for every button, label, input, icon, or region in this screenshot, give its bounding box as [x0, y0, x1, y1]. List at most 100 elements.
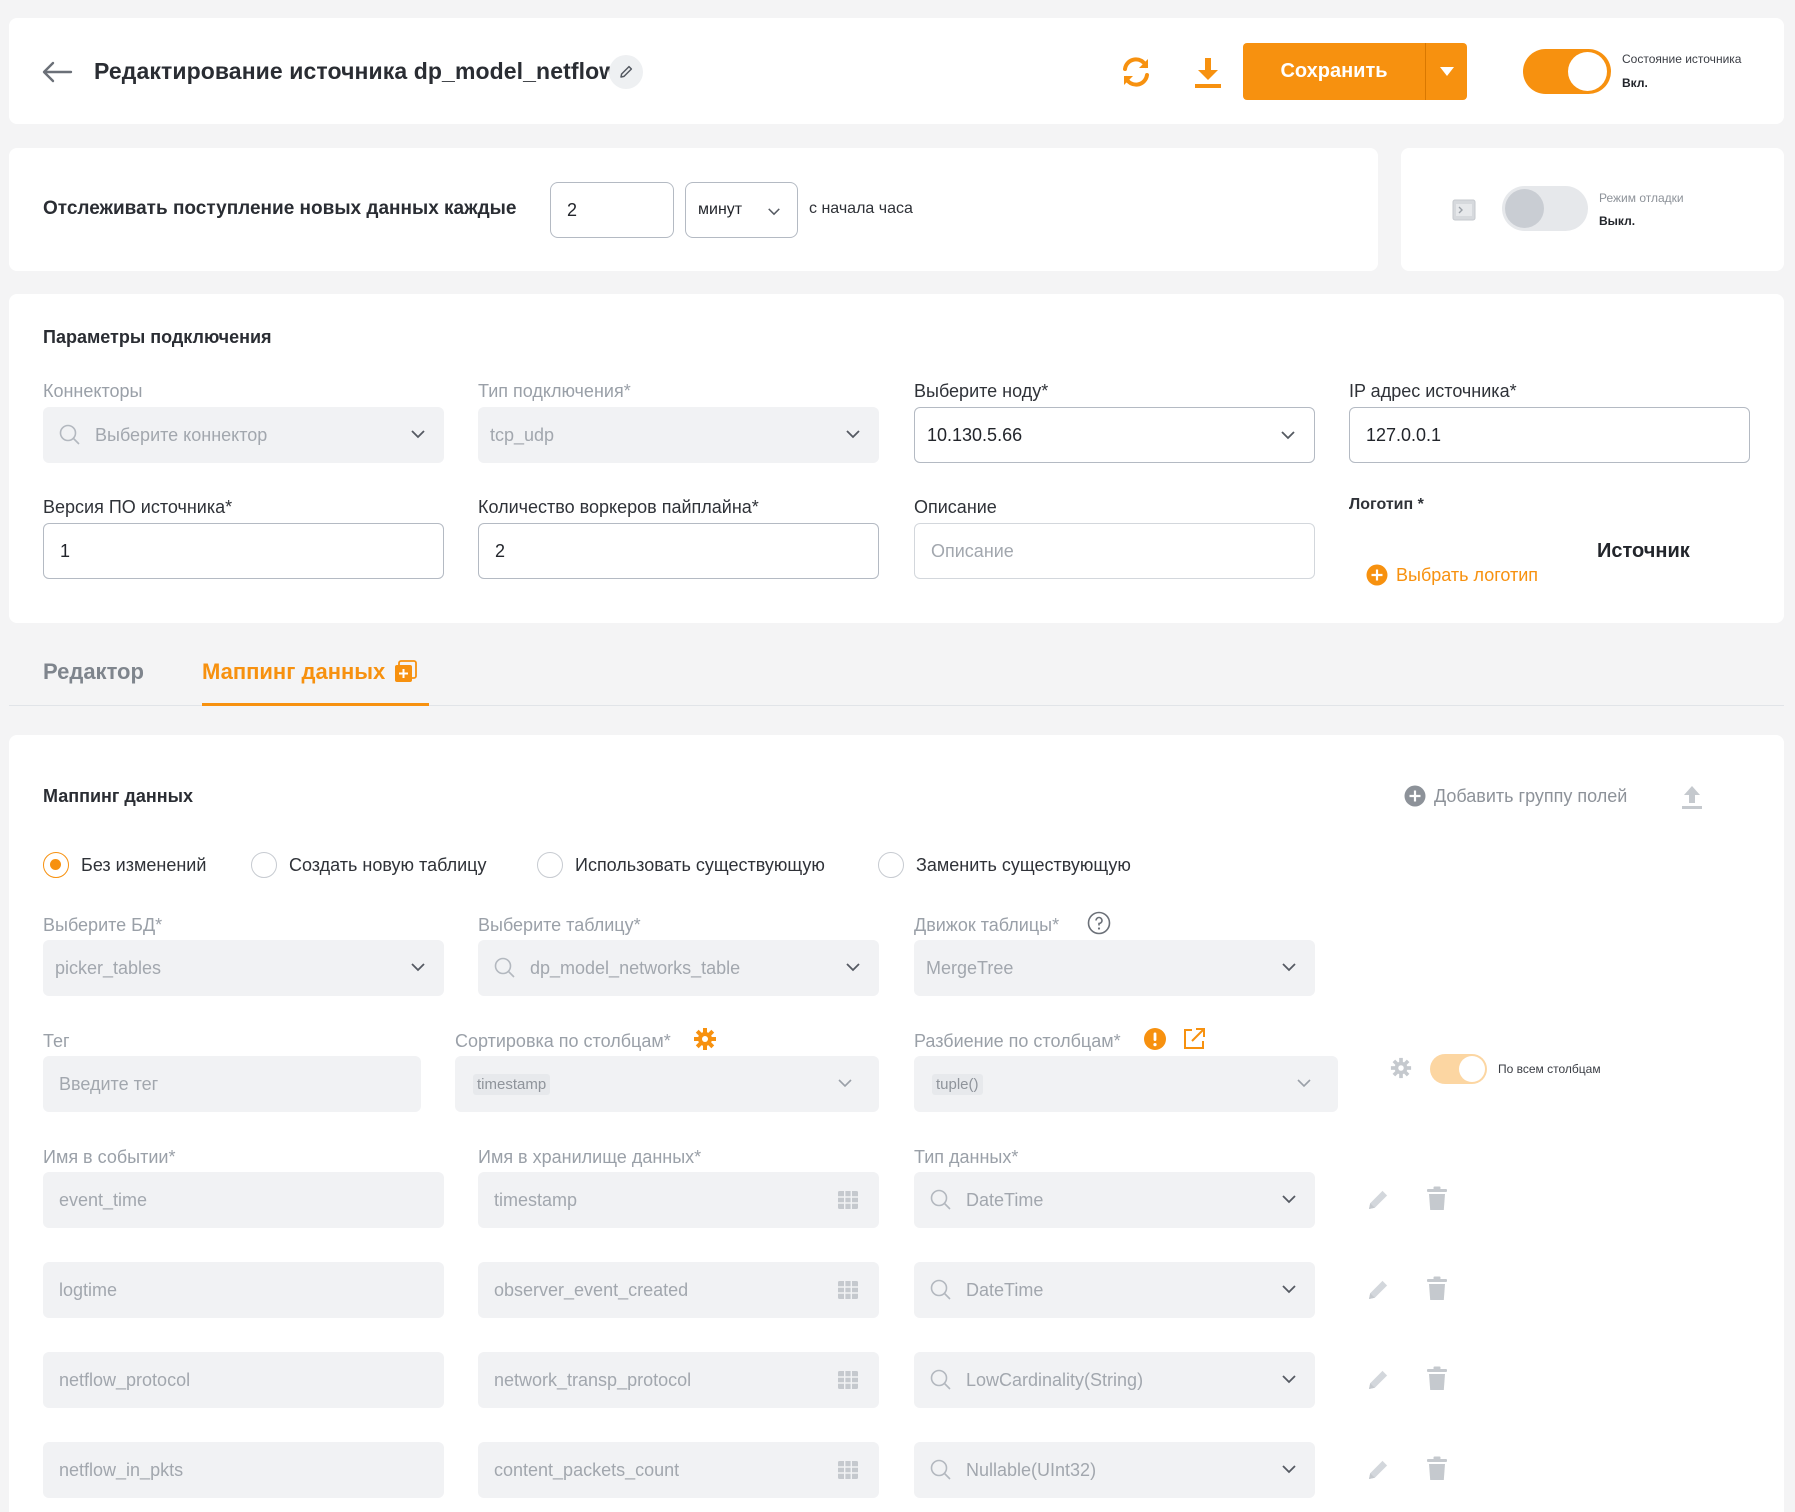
interval-value: 2	[567, 199, 578, 220]
add-field-group-button[interactable]: Добавить группу полей	[1404, 785, 1627, 807]
description-input[interactable]: Описание	[914, 523, 1315, 579]
chevron-down-icon	[838, 1079, 852, 1088]
debug-mode-toggle[interactable]	[1502, 186, 1588, 231]
all-columns-toggle[interactable]	[1430, 1054, 1487, 1084]
save-button-label: Сохранить	[1280, 60, 1388, 82]
engine-select[interactable]: MergeTree	[914, 940, 1315, 996]
radio-no-changes[interactable]	[43, 852, 69, 878]
sort-chip: timestamp	[473, 1073, 551, 1095]
external-link-icon[interactable]	[1181, 1026, 1207, 1052]
engine-value: MergeTree	[926, 957, 1014, 978]
gear-icon[interactable]	[693, 1027, 717, 1051]
event-name-value: netflow_in_pkts	[59, 1459, 184, 1480]
save-dropdown-button[interactable]	[1425, 43, 1467, 100]
chevron-down-icon	[1281, 431, 1295, 440]
search-icon	[59, 424, 80, 445]
radio-use-existing[interactable]	[537, 852, 563, 878]
search-icon	[930, 1369, 951, 1390]
workers-input[interactable]: 2	[478, 523, 879, 579]
search-icon	[494, 957, 515, 978]
partition-chip: tuple()	[932, 1073, 983, 1095]
save-button[interactable]: Сохранить	[1243, 43, 1467, 100]
partition-label: Разбиение по столбцам*	[914, 1031, 1121, 1051]
node-value: 10.130.5.66	[927, 424, 1023, 445]
edit-row-pencil-icon[interactable]	[1365, 1187, 1391, 1213]
connector-select[interactable]: Выберите коннектор	[43, 407, 444, 463]
connector-placeholder: Выберите коннектор	[95, 424, 268, 445]
search-icon	[930, 1189, 951, 1210]
unit-select[interactable]: минут	[685, 182, 798, 238]
sort-select[interactable]: timestamp	[455, 1056, 879, 1112]
delete-row-trash-icon[interactable]	[1425, 1456, 1449, 1482]
storage-name-input[interactable]: timestamp	[478, 1172, 879, 1228]
tag-label: Тег	[43, 1031, 70, 1051]
data-type-select[interactable]: DateTime	[914, 1262, 1315, 1318]
data-type-label: Тип данных*	[914, 1147, 1019, 1167]
table-icon[interactable]	[837, 1460, 859, 1480]
add-box-icon	[395, 660, 418, 682]
edit-title-button[interactable]	[609, 55, 643, 89]
sort-label: Сортировка по столбцам*	[455, 1031, 671, 1051]
node-select[interactable]: 10.130.5.66	[914, 407, 1315, 463]
version-label: Версия ПО источника*	[43, 497, 233, 517]
chevron-down-icon	[1297, 1079, 1311, 1088]
data-type-select[interactable]: DateTime	[914, 1172, 1315, 1228]
data-type-select[interactable]: LowCardinality(String)	[914, 1352, 1315, 1408]
edit-row-pencil-icon[interactable]	[1365, 1367, 1391, 1393]
debug-mode-value: Выкл.	[1599, 214, 1636, 228]
tag-input[interactable]: Введите тег	[43, 1056, 421, 1112]
ip-input[interactable]: 127.0.0.1	[1349, 407, 1750, 463]
chevron-down-icon	[768, 208, 780, 216]
radio-replace-existing[interactable]	[878, 852, 904, 878]
tab-mapping[interactable]: Маппинг данных	[202, 659, 418, 685]
ip-value: 127.0.0.1	[1366, 424, 1442, 445]
tag-placeholder: Введите тег	[59, 1073, 159, 1094]
storage-name-input[interactable]: content_packets_count	[478, 1442, 879, 1498]
partition-select[interactable]: tuple()	[914, 1056, 1338, 1112]
event-name-input[interactable]: netflow_in_pkts	[43, 1442, 444, 1498]
table-select[interactable]: dp_model_networks_table	[478, 940, 879, 996]
delete-row-trash-icon[interactable]	[1425, 1276, 1449, 1302]
delete-row-trash-icon[interactable]	[1425, 1186, 1449, 1212]
help-circle-icon[interactable]	[1087, 911, 1111, 935]
choose-logo-button[interactable]: Выбрать логотип	[1366, 564, 1538, 586]
event-name-input[interactable]: netflow_protocol	[43, 1352, 444, 1408]
plus-circle-icon	[1404, 785, 1426, 807]
caret-down-icon	[1439, 67, 1454, 76]
event-name-input[interactable]: event_time	[43, 1172, 444, 1228]
back-arrow-icon[interactable]	[40, 58, 74, 86]
db-select[interactable]: picker_tables	[43, 940, 444, 996]
upload-icon[interactable]	[1679, 784, 1705, 810]
table-icon[interactable]	[837, 1280, 859, 1300]
refresh-icon[interactable]	[1118, 54, 1154, 90]
data-type-select[interactable]: Nullable(UInt32)	[914, 1442, 1315, 1498]
db-label: Выберите БД*	[43, 915, 163, 935]
version-input[interactable]: 1	[43, 523, 444, 579]
source-state-label: Состояние источника	[1622, 52, 1742, 66]
table-icon[interactable]	[837, 1190, 859, 1210]
storage-name-input[interactable]: network_transp_protocol	[478, 1352, 879, 1408]
all-columns-label: По всем столбцам	[1498, 1062, 1601, 1076]
table-value: dp_model_networks_table	[530, 957, 741, 978]
event-name-input[interactable]: logtime	[43, 1262, 444, 1318]
interval-input[interactable]: 2	[550, 182, 674, 238]
data-type-value: DateTime	[966, 1279, 1044, 1300]
conn-type-select[interactable]: tcp_udp	[478, 407, 879, 463]
source-state-toggle[interactable]	[1523, 49, 1611, 94]
edit-row-pencil-icon[interactable]	[1365, 1277, 1391, 1303]
edit-row-pencil-icon[interactable]	[1365, 1457, 1391, 1483]
storage-name-value: observer_event_created	[494, 1279, 689, 1300]
conn-type-value: tcp_udp	[490, 424, 555, 445]
tab-editor[interactable]: Редактор	[43, 659, 144, 685]
table-icon[interactable]	[837, 1370, 859, 1390]
gear-icon[interactable]	[1390, 1057, 1412, 1079]
workers-value: 2	[495, 540, 506, 561]
table-label: Выберите таблицу*	[478, 915, 641, 935]
delete-row-trash-icon[interactable]	[1425, 1366, 1449, 1392]
radio-create-table[interactable]	[251, 852, 277, 878]
chevron-down-icon	[1282, 1195, 1296, 1204]
schedule-label: Отслеживать поступление новых данных каж…	[43, 198, 517, 219]
download-icon[interactable]	[1190, 54, 1226, 90]
storage-name-input[interactable]: observer_event_created	[478, 1262, 879, 1318]
schedule-suffix: с начала часа	[809, 200, 913, 217]
